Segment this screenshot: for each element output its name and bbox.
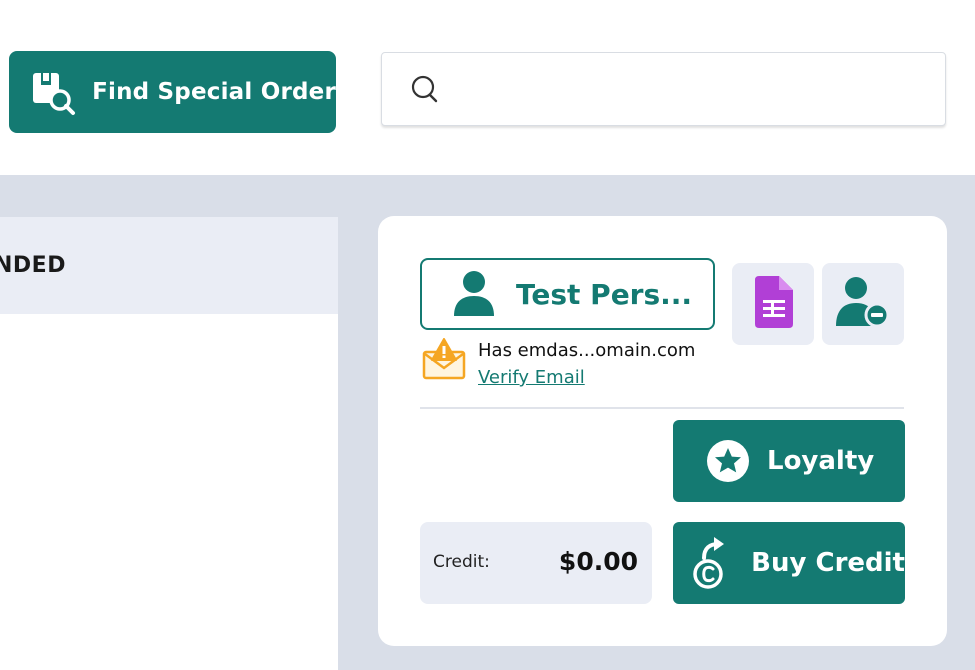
left-panel-header-text: NDED: [0, 253, 66, 278]
customer-name: Test Pers...: [516, 277, 693, 311]
find-special-order-button[interactable]: Find Special Order: [9, 51, 336, 133]
find-special-order-label: Find Special Order: [92, 79, 336, 105]
package-search-icon: [25, 64, 78, 120]
person-icon: [452, 270, 496, 318]
credit-label: Credit:: [433, 552, 490, 572]
content-area: NDED Test Pers... Has emdas...omain.com …: [0, 175, 975, 670]
customer-document-button[interactable]: [732, 263, 814, 345]
left-panel: NDED: [0, 217, 338, 670]
buy-credit-button[interactable]: Buy Credit: [673, 522, 905, 604]
search-icon: [408, 73, 440, 105]
credit-display: Credit: $0.00: [420, 522, 652, 604]
pos-screen: Find Special Order NDED Test Pers... Has…: [0, 0, 975, 670]
search-input[interactable]: [456, 65, 930, 115]
loyalty-button[interactable]: Loyalty: [673, 420, 905, 502]
left-panel-header: NDED: [0, 217, 338, 314]
verify-email-link[interactable]: Verify Email: [478, 367, 585, 388]
user-remove-icon: [836, 276, 890, 332]
divider: [420, 407, 904, 409]
top-bar: Find Special Order: [0, 0, 975, 175]
email-warning-row: Has emdas...omain.com Verify Email: [420, 336, 800, 396]
document-spreadsheet-icon: [751, 276, 795, 332]
star-circle-icon: [705, 438, 751, 484]
customer-name-button[interactable]: Test Pers...: [420, 258, 715, 330]
email-notice: Has emdas...omain.com: [478, 340, 696, 361]
buy-credit-label: Buy Credit: [751, 548, 905, 578]
customer-card: Test Pers... Has emdas...omain.com Verif…: [378, 216, 947, 646]
credit-value: $0.00: [558, 547, 638, 576]
email-warning-icon: [422, 338, 466, 380]
remove-customer-button[interactable]: [822, 263, 904, 345]
coin-arrow-icon: [691, 537, 733, 589]
search-box[interactable]: [381, 52, 946, 126]
loyalty-label: Loyalty: [767, 446, 875, 476]
